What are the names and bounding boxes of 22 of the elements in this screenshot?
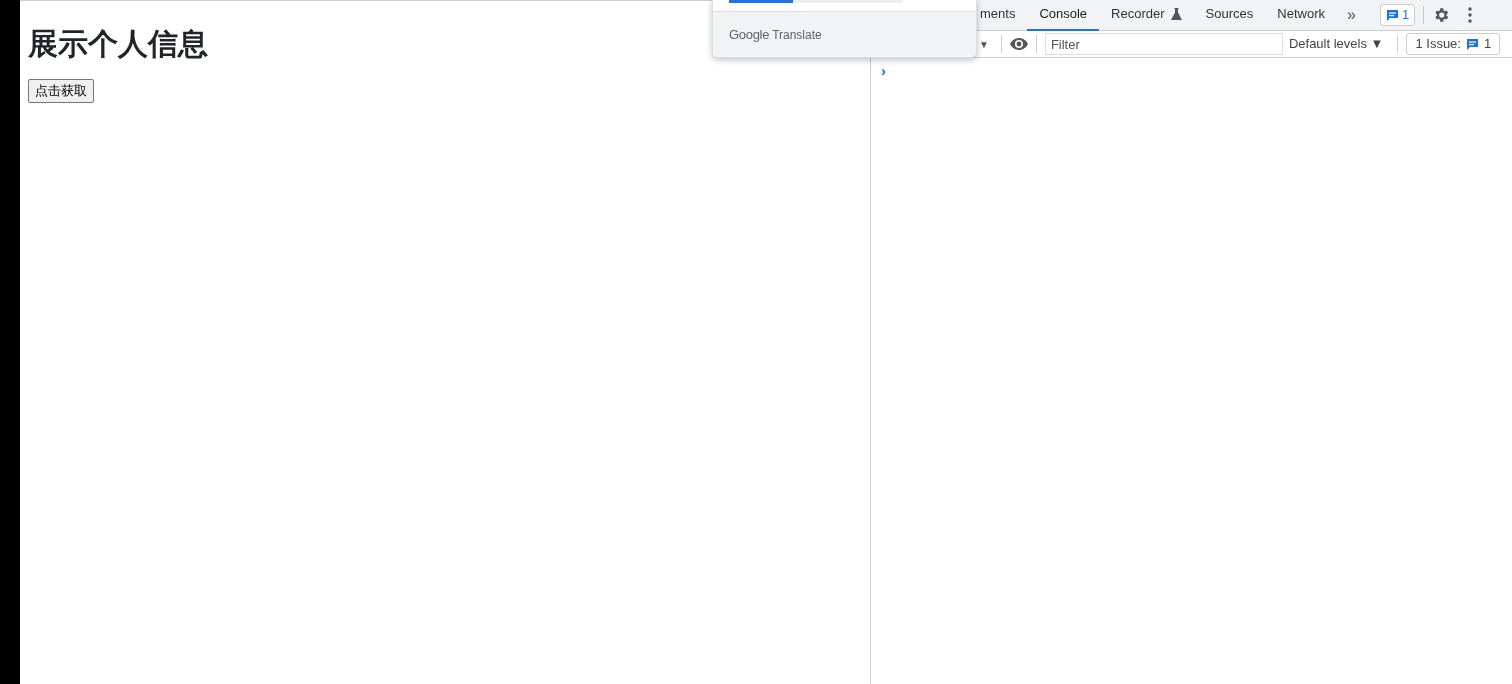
brand-google: Google (729, 26, 770, 45)
message-icon (1385, 8, 1399, 22)
devtools-tab[interactable]: ments (978, 0, 1028, 31)
more-tabs-button[interactable]: » (1336, 3, 1366, 27)
devtools-tab[interactable]: Network (1265, 0, 1337, 31)
message-icon (1465, 37, 1479, 51)
flask-icon (1170, 8, 1182, 20)
devtools-tab[interactable]: Sources (1193, 0, 1266, 31)
issues-badge[interactable]: 1 (1379, 4, 1416, 26)
devtools-tab[interactable]: Recorder (1099, 0, 1194, 31)
page-heading: 展示个人信息 (28, 27, 208, 60)
popup-tab-indicator (729, 0, 793, 3)
console-prompt: › (880, 61, 887, 81)
menu-icon[interactable] (1468, 7, 1473, 23)
brand-translate: Translate (772, 27, 822, 44)
eye-icon[interactable] (1009, 38, 1028, 50)
levels-dropdown[interactable]: Default levels ▼ (1282, 34, 1390, 54)
fetch-button[interactable]: 点击获取 (28, 79, 94, 103)
devtools-tab[interactable]: Console (1027, 0, 1100, 31)
issues-button[interactable]: 1 Issue: 1 (1406, 33, 1501, 55)
filter-field[interactable]: Filter (1044, 33, 1283, 55)
dropdown-caret[interactable]: ▼ (975, 36, 993, 52)
